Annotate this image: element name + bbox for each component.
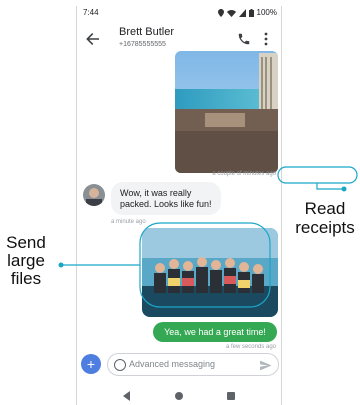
callout-send-line1: Send (6, 233, 46, 252)
callout-read-receipts: Read receipts (292, 199, 358, 237)
callout-send-line3: files (10, 269, 42, 288)
callout-read-line2: receipts (295, 218, 355, 237)
callout-send-large-files: Send large files (0, 234, 52, 288)
screen: 7:44 100% Brett Butler +16785555555 a co… (0, 0, 360, 405)
callout-read-line1: Read (304, 199, 346, 218)
callout-send-line2: large (7, 251, 45, 270)
